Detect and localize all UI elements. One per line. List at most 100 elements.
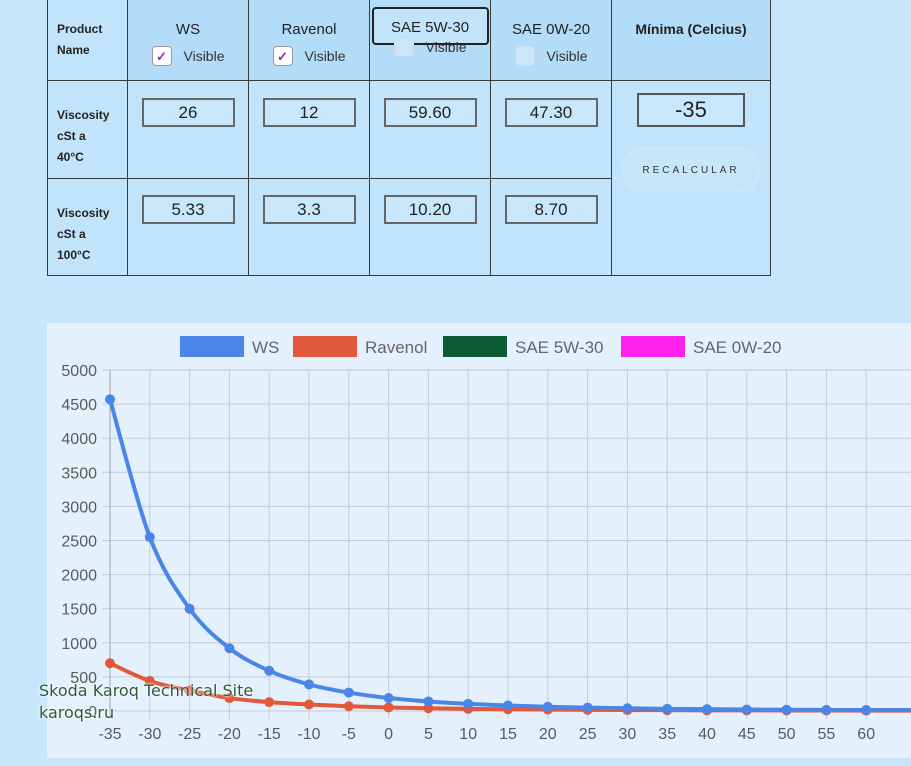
x-tick-label: 0 — [384, 726, 393, 743]
row-label-line: cSt a — [57, 129, 86, 143]
data-point — [264, 697, 275, 708]
viscosity40-input-sae-5w30[interactable]: 59.60 — [383, 98, 477, 127]
viscosity40-input-sae-0w20[interactable]: 47.30 — [504, 98, 598, 127]
column-header-sae-5w30: SAE 5W-30 Visible — [369, 0, 491, 81]
data-point — [383, 693, 394, 704]
y-tick-label: 1500 — [61, 602, 97, 619]
viscosity100-input-sae-0w20[interactable]: 8.70 — [504, 195, 598, 224]
series-line-ws — [108, 398, 911, 713]
y-tick-label: 4500 — [61, 397, 97, 414]
legend-swatch-sae-0w-20 — [621, 336, 685, 357]
viscosity100-input-ws[interactable]: 5.33 — [141, 195, 235, 224]
oil-viscosity-table: Product Name WS ✓ Visible Ravenol ✓ Visi… — [47, 0, 771, 276]
data-point — [662, 703, 673, 714]
data-point — [105, 394, 115, 405]
visible-checkbox-sae-0w20[interactable] — [514, 46, 535, 66]
column-header-ws: WS ✓ Visible — [127, 0, 249, 81]
data-point — [542, 701, 553, 712]
data-point — [184, 603, 195, 614]
visible-checkbox-ravenol[interactable]: ✓ — [272, 46, 293, 66]
legend-label: Ravenol — [365, 338, 427, 357]
data-point — [702, 704, 712, 715]
x-tick-label: -15 — [258, 726, 281, 743]
minima-temperature-input[interactable]: -35 — [637, 93, 745, 127]
data-point — [343, 687, 354, 698]
data-point — [144, 532, 155, 543]
x-tick-label: -10 — [297, 726, 320, 743]
visible-checkbox-sae-5w30[interactable] — [393, 37, 414, 57]
x-tick-label: 45 — [738, 726, 756, 743]
row-label-line: Viscosity — [57, 108, 110, 122]
checkmark-icon: ✓ — [277, 48, 288, 64]
y-tick-label: 5000 — [61, 363, 97, 380]
row-label-line: 100°C — [57, 248, 91, 262]
recalcular-button[interactable]: RECALCULAR — [623, 149, 759, 191]
data-point — [821, 704, 832, 715]
x-tick-label: 5 — [424, 726, 433, 743]
product-name-ws: WS — [175, 21, 201, 38]
row-label-product-name: Product Name — [47, 0, 128, 81]
watermark: Skoda Karoq Technical Site karoqs.ru — [39, 680, 253, 724]
watermark-url: karoqs.ru — [39, 703, 115, 722]
product-name-ravenol: Ravenol — [281, 21, 337, 38]
legend-label: WS — [252, 338, 279, 357]
x-tick-label: 15 — [499, 726, 517, 743]
data-point — [224, 643, 235, 654]
viscosity100-input-ravenol[interactable]: 3.3 — [262, 195, 356, 224]
row-label-line: Name — [57, 43, 90, 57]
column-header-sae-0w20: SAE 0W-20 Visible — [490, 0, 612, 81]
x-tick-label: 30 — [619, 726, 637, 743]
visible-label: Visible — [304, 48, 346, 64]
y-tick-label: 4000 — [61, 431, 97, 448]
y-tick-label: 3500 — [61, 465, 97, 482]
viscosity40-input-ravenol[interactable]: 12 — [262, 98, 356, 127]
visible-checkbox-ws[interactable]: ✓ — [151, 46, 172, 66]
data-point — [264, 665, 275, 676]
x-tick-label: 10 — [459, 726, 477, 743]
row-label-viscosity-40: Viscosity cSt a 40°C — [47, 80, 128, 179]
x-tick-label: 60 — [857, 726, 875, 743]
data-point — [622, 703, 633, 714]
row-label-line: Product — [57, 22, 103, 36]
data-point — [383, 702, 394, 713]
checkmark-icon: ✓ — [156, 48, 167, 64]
x-tick-label: 50 — [778, 726, 796, 743]
viscosity100-input-sae-5w30[interactable]: 10.20 — [383, 195, 477, 224]
legend-swatch-ws — [180, 336, 244, 357]
row-label-line: 40°C — [57, 150, 84, 164]
data-point — [105, 658, 115, 669]
data-point — [343, 701, 354, 712]
data-point — [304, 699, 314, 710]
x-tick-label: -25 — [178, 726, 201, 743]
data-point — [781, 704, 792, 715]
row-label-viscosity-100: Viscosity cSt a 100°C — [47, 178, 128, 276]
data-point — [304, 679, 314, 690]
legend-swatch-ravenol — [293, 336, 357, 357]
x-tick-label: 40 — [698, 726, 716, 743]
x-tick-label: -20 — [218, 726, 241, 743]
legend-swatch-sae-5w-30 — [443, 336, 507, 357]
x-tick-label: -5 — [342, 726, 356, 743]
x-tick-label: 55 — [818, 726, 836, 743]
x-tick-label: 20 — [539, 726, 557, 743]
column-header-minima: Mínima (Celcius) — [611, 0, 771, 81]
y-tick-label: 2000 — [61, 568, 97, 585]
x-tick-label: 25 — [579, 726, 597, 743]
watermark-title: Skoda Karoq Technical Site — [39, 681, 254, 700]
y-tick-label: 2500 — [61, 534, 97, 551]
x-tick-label: -30 — [138, 726, 161, 743]
x-tick-label: -35 — [98, 726, 121, 743]
x-tick-label: 35 — [658, 726, 676, 743]
row-label-line: Viscosity — [57, 206, 110, 220]
y-tick-label: 3000 — [61, 499, 97, 516]
column-header-ravenol: Ravenol ✓ Visible — [248, 0, 370, 81]
y-tick-label: 1000 — [61, 636, 97, 653]
data-point — [861, 705, 872, 716]
viscosity40-input-ws[interactable]: 26 — [141, 98, 235, 127]
product-name-sae-0w20: SAE 0W-20 — [511, 21, 591, 38]
data-point — [423, 696, 434, 707]
minima-header: Mínima (Celcius) — [635, 21, 747, 37]
legend-label: SAE 0W-20 — [693, 338, 782, 357]
data-point — [741, 704, 752, 715]
data-point — [463, 698, 474, 709]
